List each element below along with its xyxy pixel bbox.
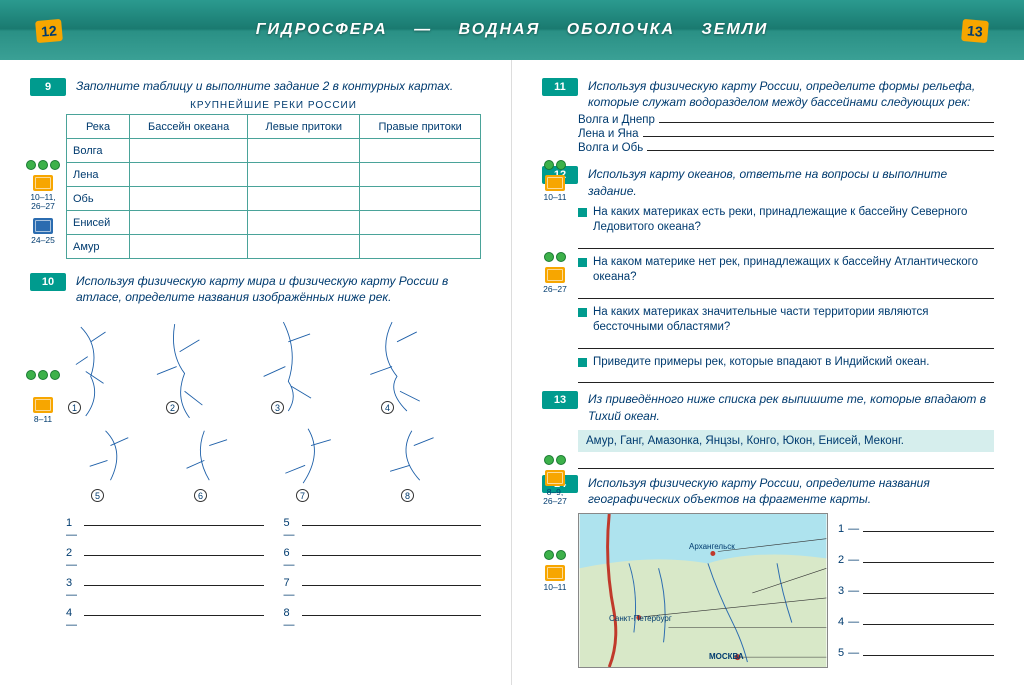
book-icon (545, 565, 565, 581)
atlas-ref: 8–11 (34, 415, 52, 424)
answer-blank[interactable] (302, 605, 482, 616)
city-label: Архангельск (689, 542, 735, 551)
answer-blank[interactable] (302, 575, 482, 586)
task-prompt: Используя физическую карту мира и физиче… (76, 273, 481, 305)
map-fragment: Архангельск Санкт-Петербург МОСКВА (578, 513, 828, 668)
answer-blank[interactable] (647, 150, 994, 151)
answer-blank[interactable] (84, 605, 264, 616)
cell-river[interactable]: Лена (67, 163, 130, 187)
bullet-icon (578, 208, 587, 217)
th-left: Левые притоки (248, 115, 360, 139)
task-9-body: КРУПНЕЙШИЕ РЕКИ РОССИИ Река Бассейн океа… (66, 100, 481, 259)
task-9-header: 9 Заполните таблицу и выполните задание … (30, 78, 481, 96)
book-icon (545, 267, 565, 283)
book-icon (545, 175, 565, 191)
cell-river[interactable]: Обь (67, 187, 130, 211)
book-icon (33, 218, 53, 234)
page-number-right: 13 (961, 19, 989, 43)
cell-river[interactable]: Енисей (67, 211, 130, 235)
task-prompt: Используя физическую карту России, опред… (588, 475, 994, 507)
task-number: 9 (30, 78, 66, 96)
river-list: Амур, Ганг, Амазонка, Янцзы, Конго, Юкон… (578, 430, 994, 452)
cell-river[interactable]: Амур (67, 235, 130, 259)
answer-blank[interactable] (578, 372, 994, 383)
task-11-header: 11 Используя физическую карту России, оп… (542, 78, 994, 110)
task-9-sidebar: 10–11, 26–27 24–25 (30, 160, 56, 245)
book-icon (33, 175, 53, 191)
task-prompt: Используя физическую карту России, опред… (588, 78, 994, 110)
task-number: 13 (542, 391, 578, 409)
task-prompt: Заполните таблицу и выполните задание 2 … (76, 78, 453, 94)
task-number: 11 (542, 78, 578, 96)
answer-blank[interactable] (578, 458, 994, 469)
bullet-icon (578, 358, 587, 367)
th-basin: Бассейн океана (130, 115, 248, 139)
answer-blank[interactable] (578, 338, 994, 349)
atlas-ref: 24–25 (31, 236, 55, 245)
task-11-sidebar: 10–11 (542, 160, 568, 202)
answer-blank[interactable] (84, 575, 264, 586)
table-caption: КРУПНЕЙШИЕ РЕКИ РОССИИ (66, 100, 481, 111)
task-14-answers: 1 — 2 — 3 — 4 — 5 — (828, 513, 994, 668)
task-10-answers: 1 — 5 — 2 — 6 — 3 — 7 — 4 — 8 — (66, 515, 481, 631)
task-13-body: Амур, Ганг, Амазонка, Янцзы, Конго, Юкон… (578, 430, 994, 469)
atlas-ref: 10–11 (543, 193, 566, 202)
th-river: Река (67, 115, 130, 139)
task-10-body: 1 2 3 4 5 6 7 8 1 — 5 — 2 — 6 — 3 — 7 — … (66, 311, 481, 631)
bullet-icon (578, 308, 587, 317)
book-icon (33, 397, 53, 413)
task-14-body: Архангельск Санкт-Петербург МОСКВА 1 — 2… (578, 513, 994, 668)
answer-blank[interactable] (863, 655, 994, 656)
answer-blank[interactable] (84, 515, 264, 526)
task-number: 10 (30, 273, 66, 291)
book-icon (545, 470, 565, 486)
page-number-left: 12 (35, 19, 63, 43)
answer-blank[interactable] (302, 515, 482, 526)
task-14-sidebar: 10–11 (542, 550, 568, 592)
task-10-header: 10 Используя физическую карту мира и физ… (30, 273, 481, 305)
answer-blank[interactable] (863, 624, 994, 625)
task-11-body: Волга и Днепр Лена и Яна Волга и Обь (578, 114, 994, 154)
answer-blank[interactable] (578, 288, 994, 299)
answer-blank[interactable] (578, 238, 994, 249)
answer-blank[interactable] (863, 593, 994, 594)
atlas-ref: 10–11 (543, 583, 566, 592)
answer-blank[interactable] (302, 545, 482, 556)
header-banner: 12 ГИДРОСФЕРА — ВОДНАЯ ОБОЛОЧКА ЗЕМЛИ 13 (0, 0, 1024, 60)
task-12-header: 12 Используя карту океанов, ответьте на … (542, 166, 994, 198)
bullet-icon (578, 258, 587, 267)
answer-blank[interactable] (863, 531, 994, 532)
task-13-header: 13 Из приведённого ниже списка рек выпиш… (542, 391, 994, 423)
atlas-ref: 26–27 (543, 285, 567, 294)
answer-blank[interactable] (84, 545, 264, 556)
th-right: Правые притоки (360, 115, 481, 139)
rivers-table: Река Бассейн океана Левые притоки Правые… (66, 114, 481, 259)
task-13-sidebar: 8–9, 26–27 (542, 455, 568, 507)
answer-blank[interactable] (643, 136, 994, 137)
page-12: 9 Заполните таблицу и выполните задание … (0, 60, 512, 685)
task-10-sidebar: 8–11 (30, 370, 56, 424)
cell-river[interactable]: Волга (67, 139, 130, 163)
answer-blank[interactable] (863, 562, 994, 563)
atlas-ref: 10–11, 26–27 (30, 193, 56, 212)
task-12-sidebar: 26–27 (542, 252, 568, 294)
city-label: МОСКВА (709, 652, 744, 661)
page-13: 11 Используя физическую карту России, оп… (512, 60, 1024, 685)
task-prompt: Из приведённого ниже списка рек выпишите… (588, 391, 994, 423)
banner-title: ГИДРОСФЕРА — ВОДНАЯ ОБОЛОЧКА ЗЕМЛИ (256, 21, 769, 39)
task-12-body: На каких материках есть реки, принадлежа… (578, 205, 994, 384)
task-prompt: Используя карту океанов, ответьте на воп… (588, 166, 994, 198)
river-outlines-diagram: 1 2 3 4 5 6 7 8 (66, 311, 481, 511)
task-14-header: 14 Используя физическую карту России, оп… (542, 475, 994, 507)
spread: 9 Заполните таблицу и выполните задание … (0, 60, 1024, 685)
city-label: Санкт-Петербург (609, 614, 672, 623)
atlas-ref: 8–9, 26–27 (542, 488, 568, 507)
answer-blank[interactable] (659, 122, 994, 123)
